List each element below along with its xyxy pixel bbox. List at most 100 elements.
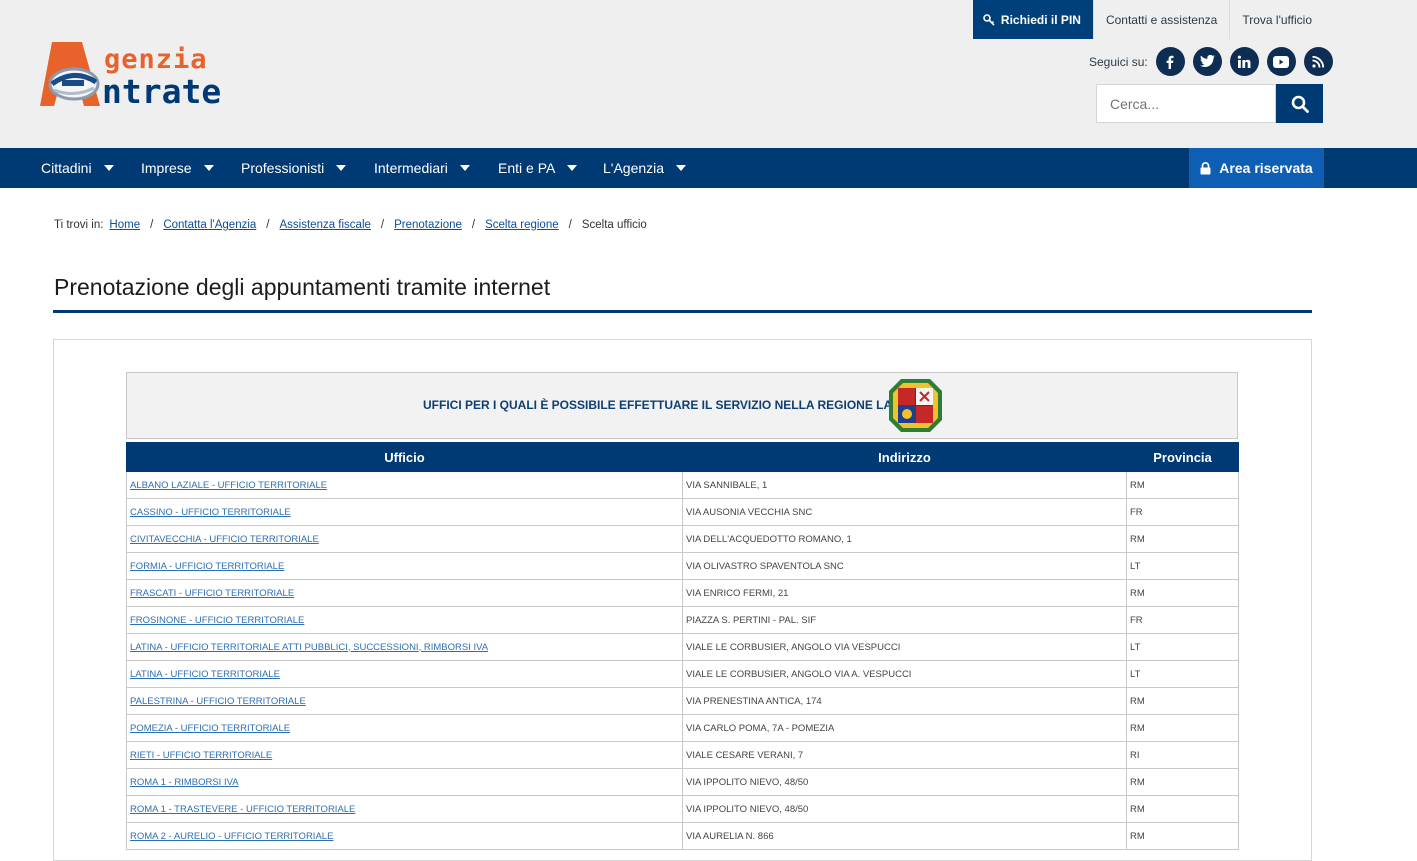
nav-enti-pa[interactable]: Enti e PA [498,148,578,188]
ufficio-link[interactable]: CIVITAVECCHIA - UFFICIO TERRITORIALE [130,534,319,545]
banner-text: UFFICI PER I QUALI È POSSIBILE EFFETTUAR… [423,398,913,412]
table-row: RIETI - UFFICIO TERRITORIALE VIALE CESARE… [126,741,1239,769]
social-links: Seguici su: [1089,47,1333,76]
ufficio-link[interactable]: ROMA 2 - AURELIO - UFFICIO TERRITORIALE [130,831,333,842]
breadcrumb-home[interactable]: Home [109,219,140,231]
ufficio-link[interactable]: ALBANO LAZIALE - UFFICIO TERRITORIALE [130,480,327,491]
nav-label: L'Agenzia [603,160,665,176]
breadcrumb-prenotazione[interactable]: Prenotazione [394,219,462,231]
provincia-cell: RM [1126,795,1239,823]
nav-label: Enti e PA [498,160,556,176]
breadcrumb-prefix: Ti trovi in: [54,219,104,231]
table-row: FORMIA - UFFICIO TERRITORIALE VIA OLIVAST… [126,552,1239,580]
nav-agenzia[interactable]: L'Agenzia [603,148,687,188]
indirizzo-cell: VIA PRENESTINA ANTICA, 174 [682,687,1127,715]
title-underline [53,310,1312,313]
table-row: LATINA - UFFICIO TERRITORIALE VIALE LE CO… [126,660,1239,688]
ufficio-link[interactable]: FROSINONE - UFFICIO TERRITORIALE [130,615,304,626]
indirizzo-cell: PIAZZA S. PERTINI - PAL. SIF [682,606,1127,634]
indirizzo-cell: VIA AURELIA N. 866 [682,822,1127,850]
indirizzo-cell: VIA OLIVASTRO SPAVENTOLA SNC [682,552,1127,580]
lock-icon [1200,161,1211,174]
search-input[interactable] [1096,84,1276,123]
contatti-link[interactable]: Contatti e assistenza [1092,0,1229,39]
table-row: FROSINONE - UFFICIO TERRITORIALE PIAZZA S… [126,606,1239,634]
ufficio-link[interactable]: FORMIA - UFFICIO TERRITORIALE [130,561,284,572]
provincia-cell: RM [1126,579,1239,607]
richiedi-pin-label: Richiedi il PIN [1000,12,1081,27]
area-riservata-label: Area riservata [1219,160,1313,176]
ufficio-link[interactable]: RIETI - UFFICIO TERRITORIALE [130,750,272,761]
caret-down-icon [203,165,214,171]
ufficio-link[interactable]: ROMA 1 - RIMBORSI IVA [130,777,239,788]
ufficio-link[interactable]: FRASCATI - UFFICIO TERRITORIALE [130,588,294,599]
provincia-cell: FR [1126,498,1239,526]
table-row: LATINA - UFFICIO TERRITORIALE ATTI PUBBL… [126,633,1239,661]
uffici-table: Ufficio Indirizzo Provincia ALBANO LAZIA… [126,442,1239,850]
facebook-icon[interactable] [1155,47,1185,76]
provincia-cell: RI [1126,741,1239,769]
nav-intermediari[interactable]: Intermediari [374,148,470,188]
header-indirizzo[interactable]: Indirizzo [682,442,1127,472]
indirizzo-cell: VIALE LE CORBUSIER, ANGOLO VIA VESPUCCI [682,633,1127,661]
ufficio-link[interactable]: PALESTRINA - UFFICIO TERRITORIALE [130,696,306,707]
breadcrumb-separator: / [380,219,385,231]
breadcrumb: Ti trovi in: Home / Contatta l'Agenzia / A… [54,219,647,231]
table-row: ALBANO LAZIALE - UFFICIO TERRITORIALE VIA… [126,471,1239,499]
provincia-cell: FR [1126,606,1239,634]
breadcrumb-current: Scelta ufficio [581,219,647,231]
header-ufficio[interactable]: Ufficio [126,442,683,472]
richiedi-pin-button[interactable]: Richiedi il PIN [972,0,1093,39]
indirizzo-cell: VIALE LE CORBUSIER, ANGOLO VIA A. VESPUC… [682,660,1127,688]
nav-cittadini[interactable]: Cittadini [41,148,114,188]
lazio-crest-icon [889,379,942,432]
search-button[interactable] [1276,84,1323,123]
provincia-cell: LT [1126,660,1239,688]
area-riservata-button[interactable]: Area riservata [1189,148,1324,188]
provincia-cell: LT [1126,633,1239,661]
ufficio-link[interactable]: CASSINO - UFFICIO TERRITORIALE [130,507,291,518]
caret-down-icon [567,165,578,171]
logo-a-icon [40,42,100,106]
indirizzo-cell: VIA ENRICO FERMI, 21 [682,579,1127,607]
header-provincia[interactable]: Provincia [1126,442,1239,472]
caret-down-icon [103,165,114,171]
ufficio-link[interactable]: POMEZIA - UFFICIO TERRITORIALE [130,723,290,734]
breadcrumb-scelta-regione[interactable]: Scelta regione [485,219,559,231]
caret-down-icon [336,165,347,171]
ufficio-link[interactable]: LATINA - UFFICIO TERRITORIALE [130,669,280,680]
breadcrumb-separator: / [266,219,270,231]
twitter-icon[interactable] [1192,47,1222,76]
linkedin-icon[interactable] [1229,47,1259,76]
table-row: POMEZIA - UFFICIO TERRITORIALE VIA CARLO … [126,714,1239,742]
table-row: PALESTRINA - UFFICIO TERRITORIALE VIA PRE… [126,687,1239,715]
provincia-cell: LT [1126,552,1239,580]
indirizzo-cell: VIA AUSONIA VECCHIA SNC [682,498,1127,526]
breadcrumb-contatta[interactable]: Contatta l'Agenzia [163,219,256,231]
nav-imprese[interactable]: Imprese [141,148,214,188]
nav-label: Intermediari [374,160,448,176]
indirizzo-cell: VIALE CESARE VERANI, 7 [682,741,1127,769]
table-row: ROMA 1 - TRASTEVERE - UFFICIO TERRITORIA… [126,795,1239,823]
provincia-cell: RM [1126,525,1239,553]
ufficio-link[interactable]: LATINA - UFFICIO TERRITORIALE ATTI PUBBL… [130,642,488,653]
agenzia-entrate-logo[interactable]: genzia ntrate [38,36,258,111]
indirizzo-cell: VIA IPPOLITO NIEVO, 48/50 [682,768,1127,796]
breadcrumb-separator: / [471,219,476,231]
indirizzo-cell: VIA IPPOLITO NIEVO, 48/50 [682,795,1127,823]
table-row: CASSINO - UFFICIO TERRITORIALE VIA AUSONI… [126,498,1239,526]
indirizzo-cell: VIA DELL'ACQUEDOTTO ROMANO, 1 [682,525,1127,553]
search-icon [1291,95,1309,113]
youtube-icon[interactable] [1266,47,1296,76]
ufficio-link[interactable]: ROMA 1 - TRASTEVERE - UFFICIO TERRITORIA… [130,804,355,815]
trova-ufficio-link[interactable]: Trova l'ufficio [1229,0,1324,39]
breadcrumb-separator: / [150,219,154,231]
key-icon [983,13,995,26]
rss-icon[interactable] [1303,47,1333,76]
nav-professionisti[interactable]: Professionisti [241,148,347,188]
search-box [1096,84,1324,123]
region-banner: UFFICI PER I QUALI È POSSIBILE EFFETTUAR… [126,372,1238,439]
table-row: ROMA 1 - RIMBORSI IVA VIA IPPOLITO NIEVO,… [126,768,1239,796]
site-header: genzia ntrate Richiedi il PIN Contatti e… [0,0,1417,148]
breadcrumb-assistenza[interactable]: Assistenza fiscale [280,219,371,231]
